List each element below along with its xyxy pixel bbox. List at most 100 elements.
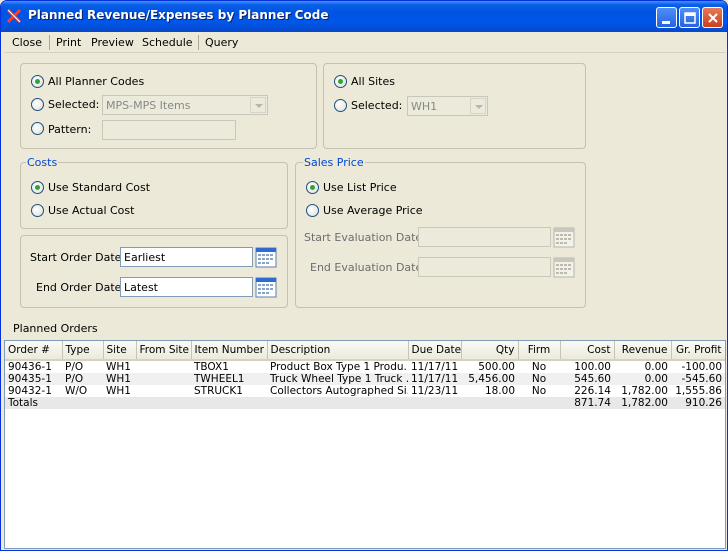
pattern-radio[interactable]: [31, 122, 44, 135]
minimize-button[interactable]: [656, 7, 677, 28]
order-dates-group: [20, 235, 288, 308]
maximize-icon: [684, 12, 696, 24]
calendar-icon[interactable]: [553, 226, 575, 248]
column-header[interactable]: Order #: [5, 341, 63, 361]
standard-cost-radio[interactable]: [31, 181, 44, 194]
cell-site: WH1: [103, 360, 136, 373]
cell-due-date: 11/17/11: [408, 373, 461, 385]
cell-from-site: [136, 385, 191, 397]
column-header[interactable]: Item Number: [191, 341, 268, 361]
cell-item-number: STRUCK1: [191, 385, 267, 397]
costs-group-title: Costs: [26, 156, 59, 169]
costs-group: [20, 162, 288, 229]
selected-planner-radio[interactable]: [31, 98, 44, 111]
cell-from-site: [136, 360, 191, 373]
end-order-date-input[interactable]: Latest: [120, 277, 253, 297]
actual-cost-radio[interactable]: [31, 204, 44, 217]
column-header[interactable]: Firm: [518, 341, 561, 361]
standard-cost-label: Use Standard Cost: [48, 181, 151, 194]
column-header[interactable]: Cost: [560, 341, 615, 361]
end-evaluation-date-input[interactable]: [418, 257, 551, 277]
list-price-radio[interactable]: [306, 181, 319, 194]
cell-item-number: TBOX1: [191, 360, 267, 373]
app-icon: [7, 9, 21, 23]
column-header[interactable]: Due Date: [408, 341, 462, 361]
calendar-icon[interactable]: [553, 256, 575, 278]
start-evaluation-date-label: Start Evaluation Date:: [304, 231, 426, 244]
cell-order: 90436-1: [5, 360, 62, 373]
planned-orders-grid[interactable]: Order # Type Site From Site Item Number …: [4, 340, 726, 549]
start-evaluation-date-input[interactable]: [418, 227, 551, 247]
sales-price-group-title: Sales Price: [303, 156, 365, 169]
cell-description: Collectors Autographed Si...: [267, 385, 408, 397]
window-title: Planned Revenue/Expenses by Planner Code: [28, 8, 329, 22]
cell-description: Product Box Type 1 Produ...: [267, 360, 408, 373]
menu-print[interactable]: Print: [56, 36, 81, 49]
cell-type: P/O: [62, 360, 103, 373]
column-header[interactable]: Type: [62, 341, 104, 361]
total-cost: 871.74: [560, 397, 614, 409]
all-sites-radio[interactable]: [334, 75, 347, 88]
table-row[interactable]: 90436-1 P/O WH1 TBOX1 Product Box Type 1…: [5, 360, 725, 373]
cell-revenue: 1,782.00: [614, 385, 671, 397]
chevron-down-icon: [250, 97, 266, 113]
all-sites-label: All Sites: [351, 75, 395, 88]
selected-planner-label: Selected:: [48, 98, 100, 111]
close-window-button[interactable]: [702, 7, 723, 28]
list-price-label: Use List Price: [323, 181, 397, 194]
average-price-label: Use Average Price: [323, 204, 423, 217]
menu-preview[interactable]: Preview: [91, 36, 134, 49]
cell-order: 90432-1: [5, 385, 62, 397]
pattern-input[interactable]: [102, 120, 236, 140]
all-planner-codes-radio[interactable]: [31, 75, 44, 88]
column-header[interactable]: Revenue: [614, 341, 672, 361]
menu-schedule[interactable]: Schedule: [142, 36, 193, 49]
actual-cost-label: Use Actual Cost: [48, 204, 135, 217]
cell-item-number: TWHEEL1: [191, 373, 267, 385]
table-header-row: Order # Type Site From Site Item Number …: [5, 341, 725, 361]
cell-from-site: [136, 373, 191, 385]
column-header[interactable]: Site: [103, 341, 137, 361]
pattern-label: Pattern:: [48, 123, 92, 136]
menu-query[interactable]: Query: [205, 36, 238, 49]
cell-due-date: 11/17/11: [408, 360, 461, 373]
menu-separator: [49, 35, 50, 50]
selected-site-label: Selected:: [351, 99, 403, 112]
cell-site: WH1: [103, 373, 136, 385]
all-planner-codes-label: All Planner Codes: [48, 75, 145, 88]
cell-cost: 100.00: [560, 360, 614, 373]
cell-order: 90435-1: [5, 373, 62, 385]
menu-separator: [198, 35, 199, 50]
selected-site-radio[interactable]: [334, 99, 347, 112]
maximize-button[interactable]: [679, 7, 700, 28]
totals-row[interactable]: Totals 871.74 1,782.00 910.26: [5, 397, 725, 409]
start-order-date-input[interactable]: Earliest: [120, 247, 253, 267]
cell-revenue: 0.00: [614, 373, 671, 385]
column-header[interactable]: Description: [267, 341, 409, 361]
column-header[interactable]: Gr. Profit: [671, 341, 725, 361]
column-header[interactable]: Qty: [461, 341, 519, 361]
title-bar: Planned Revenue/Expenses by Planner Code: [1, 1, 727, 32]
close-icon: [708, 13, 718, 23]
planned-orders-title: Planned Orders: [13, 322, 98, 335]
total-profit: 910.26: [671, 397, 725, 409]
table-row[interactable]: 90432-1 W/O WH1 STRUCK1 Collectors Autog…: [5, 385, 725, 397]
cell-firm: No: [518, 385, 560, 397]
menu-close[interactable]: Close: [12, 36, 42, 49]
start-order-date-label: Start Order Date:: [30, 251, 126, 264]
calendar-icon[interactable]: [255, 246, 277, 268]
cell-description: Truck Wheel Type 1 Truck ...: [267, 373, 408, 385]
planned-orders-table: Order # Type Site From Site Item Number …: [5, 341, 725, 409]
cell-qty: 500.00: [461, 360, 518, 373]
end-evaluation-date-label: End Evaluation Date:: [310, 261, 426, 274]
calendar-icon[interactable]: [255, 276, 277, 298]
site-select[interactable]: WH1: [407, 96, 488, 116]
column-header[interactable]: From Site: [136, 341, 192, 361]
table-row[interactable]: 90435-1 P/O WH1 TWHEEL1 Truck Wheel Type…: [5, 373, 725, 385]
planner-code-select[interactable]: MPS-MPS Items: [102, 95, 268, 115]
cell-type: P/O: [62, 373, 103, 385]
average-price-radio[interactable]: [306, 204, 319, 217]
cell-qty: 18.00: [461, 385, 518, 397]
cell-profit: -100.00: [671, 360, 725, 373]
end-order-date-label: End Order Date:: [36, 281, 126, 294]
